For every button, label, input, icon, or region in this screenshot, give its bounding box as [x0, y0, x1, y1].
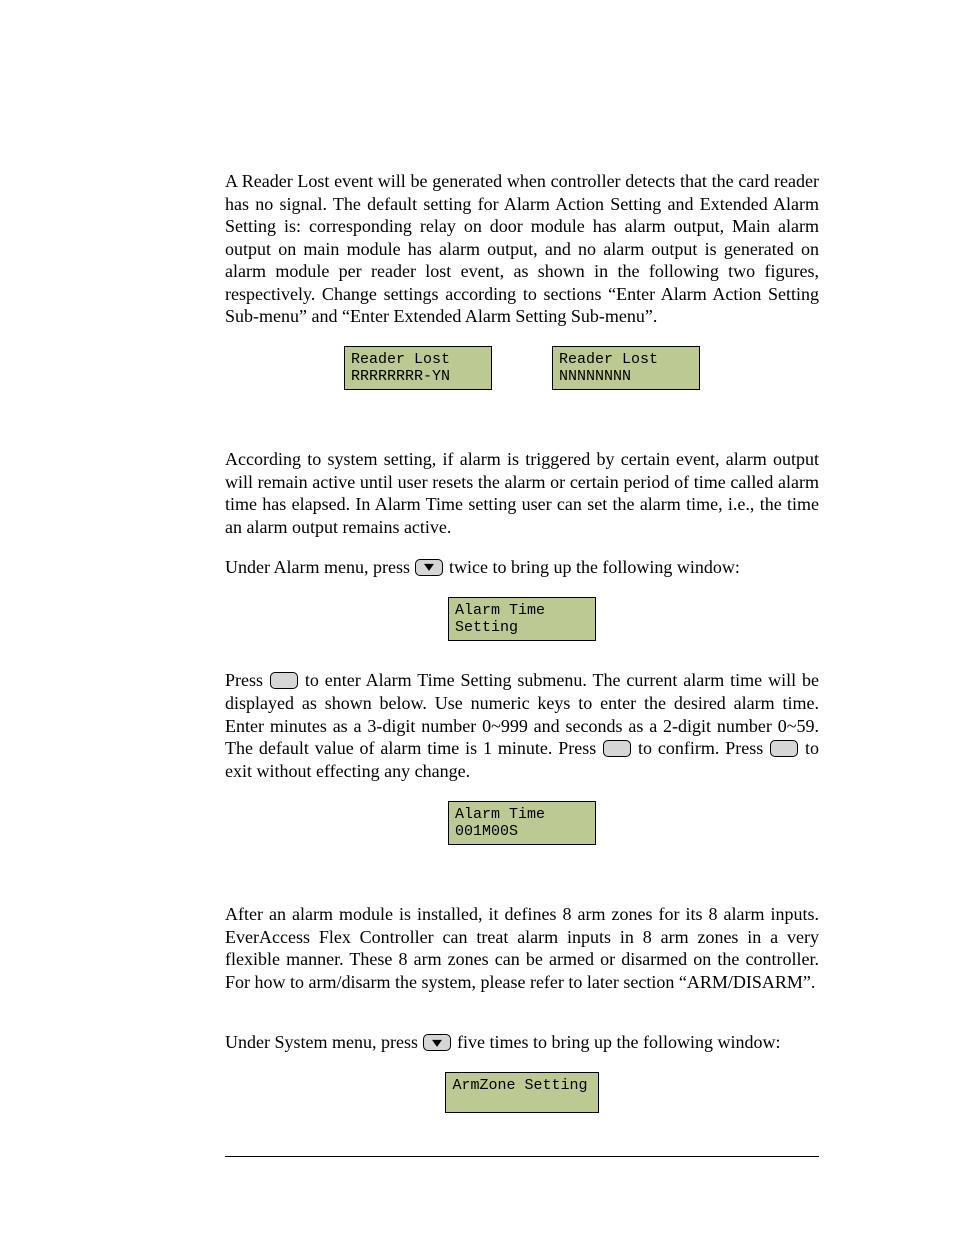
lcd-row-alarm-time-value: Alarm Time 001M00S	[225, 801, 819, 846]
paragraph-arm-zones: After an alarm module is installed, it d…	[225, 903, 819, 993]
text: Under System menu, press	[225, 1032, 422, 1052]
lcd-line: Setting	[455, 619, 518, 636]
lcd-line: Alarm Time	[455, 806, 545, 823]
paragraph-system-menu-press: Under System menu, press five times to b…	[225, 1031, 819, 1054]
down-key-icon	[415, 559, 443, 576]
text: twice to bring up the following window:	[444, 557, 739, 577]
lcd-line: RRRRRRRR-YN	[351, 368, 450, 385]
paragraph-alarm-time-intro: According to system setting, if alarm is…	[225, 448, 819, 538]
paragraph-alarm-menu-press: Under Alarm menu, press twice to bring u…	[225, 556, 819, 579]
page: A Reader Lost event will be generated wh…	[0, 0, 954, 1235]
blank-key-icon	[270, 672, 298, 689]
lcd-line: Alarm Time	[455, 602, 545, 619]
lcd-line: 001M00S	[455, 823, 518, 840]
text: to confirm. Press	[632, 738, 769, 758]
lcd-row-reader-lost: Reader Lost RRRRRRRR-YN Reader Lost NNNN…	[225, 346, 819, 391]
text: five times to bring up the following win…	[452, 1032, 780, 1052]
lcd-alarm-time-setting: Alarm Time Setting	[448, 597, 596, 642]
lcd-line: Reader Lost	[559, 351, 658, 368]
lcd-row-alarm-time-setting: Alarm Time Setting	[225, 597, 819, 642]
lcd-alarm-time-value: Alarm Time 001M00S	[448, 801, 596, 846]
lcd-line: NNNNNNNN	[559, 368, 631, 385]
lcd-reader-lost-2: Reader Lost NNNNNNNN	[552, 346, 700, 391]
lcd-reader-lost-1: Reader Lost RRRRRRRR-YN	[344, 346, 492, 391]
paragraph-alarm-time-detail: Press to enter Alarm Time Setting submen…	[225, 669, 819, 782]
text: Press	[225, 670, 269, 690]
blank-key-icon	[770, 740, 798, 757]
blank-key-icon	[603, 740, 631, 757]
text: Under Alarm menu, press	[225, 557, 414, 577]
paragraph-reader-lost: A Reader Lost event will be generated wh…	[225, 170, 819, 328]
lcd-row-armzone: ArmZone Setting	[225, 1072, 819, 1113]
footer-rule	[225, 1156, 819, 1157]
lcd-line: ArmZone Setting	[452, 1077, 587, 1094]
lcd-armzone-setting: ArmZone Setting	[445, 1072, 598, 1113]
down-key-icon	[423, 1034, 451, 1051]
lcd-line: Reader Lost	[351, 351, 450, 368]
